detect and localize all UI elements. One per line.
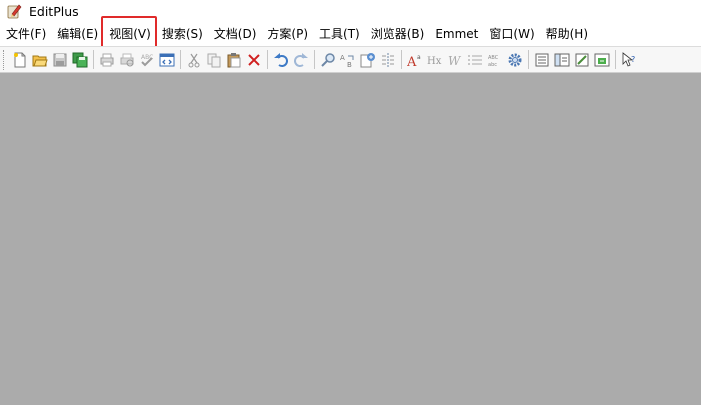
- goto-icon[interactable]: [358, 50, 377, 70]
- undo-icon[interactable]: [271, 50, 290, 70]
- svg-text:W: W: [448, 54, 462, 68]
- heading-icon[interactable]: Hx: [425, 50, 444, 70]
- doc-list-icon[interactable]: [532, 50, 551, 70]
- print-icon[interactable]: [97, 50, 116, 70]
- cliptext-icon[interactable]: [572, 50, 591, 70]
- toolbar-separator: [528, 50, 529, 69]
- menu-emmet[interactable]: Emmet: [431, 23, 482, 45]
- editplus-logo-icon: [6, 3, 22, 19]
- menu-tools[interactable]: 工具(T): [315, 23, 364, 45]
- menu-window[interactable]: 窗口(W): [485, 23, 538, 45]
- spellcheck-icon[interactable]: ABC: [137, 50, 156, 70]
- toolbar-separator: [615, 50, 616, 69]
- settings-icon[interactable]: [505, 50, 524, 70]
- svg-text:ABC: ABC: [488, 55, 499, 61]
- svg-text:a: a: [417, 54, 421, 61]
- svg-text:Hx: Hx: [427, 56, 442, 67]
- toolbar-separator: [401, 50, 402, 69]
- ruler-icon[interactable]: ABC abc: [485, 50, 504, 70]
- menu-edit[interactable]: 编辑(E): [53, 23, 102, 45]
- menu-project[interactable]: 方案(P): [263, 23, 312, 45]
- help-cursor-icon[interactable]: ?: [619, 50, 638, 70]
- save-icon[interactable]: [50, 50, 69, 70]
- main-toolbar: ABC AB Aa Hx W ABC abc ?: [0, 46, 701, 73]
- line-number-icon[interactable]: [465, 50, 484, 70]
- menu-view[interactable]: 视图(V): [105, 23, 155, 45]
- menu-file[interactable]: 文件(F): [2, 23, 50, 45]
- save-all-icon[interactable]: [70, 50, 89, 70]
- menu-help[interactable]: 帮助(H): [542, 23, 592, 45]
- column-marker-icon[interactable]: [378, 50, 397, 70]
- copy-icon[interactable]: [204, 50, 223, 70]
- open-folder-icon[interactable]: [30, 50, 49, 70]
- menu-search[interactable]: 搜索(S): [158, 23, 207, 45]
- title-bar: EditPlus: [0, 0, 701, 22]
- browser-preview-icon[interactable]: [157, 50, 176, 70]
- redo-icon[interactable]: [291, 50, 310, 70]
- cut-icon[interactable]: [184, 50, 203, 70]
- svg-text:B: B: [347, 61, 352, 68]
- menu-document[interactable]: 文档(D): [210, 23, 261, 45]
- paste-icon[interactable]: [224, 50, 243, 70]
- output-window-icon[interactable]: [552, 50, 571, 70]
- svg-text:abc: abc: [488, 62, 497, 68]
- svg-text:?: ?: [631, 55, 635, 64]
- window-title: EditPlus: [29, 3, 79, 19]
- toolbar-separator: [314, 50, 315, 69]
- toolbar-grip[interactable]: [3, 49, 6, 70]
- svg-text:A: A: [340, 54, 345, 62]
- menu-bar: 文件(F) 编辑(E) 视图(V) 搜索(S) 文档(D) 方案(P) 工具(T…: [0, 22, 701, 46]
- print-preview-icon[interactable]: [117, 50, 136, 70]
- mdi-workspace[interactable]: [0, 73, 701, 405]
- find-icon[interactable]: [318, 50, 337, 70]
- toolbar-separator: [180, 50, 181, 69]
- font-icon[interactable]: Aa: [405, 50, 424, 70]
- new-file-icon[interactable]: [10, 50, 29, 70]
- word-wrap-icon[interactable]: W: [445, 50, 464, 70]
- toolbar-separator: [267, 50, 268, 69]
- replace-icon[interactable]: AB: [338, 50, 357, 70]
- menu-browser[interactable]: 浏览器(B): [367, 23, 429, 45]
- svg-text:A: A: [407, 55, 417, 68]
- directory-icon[interactable]: [592, 50, 611, 70]
- toolbar-separator: [93, 50, 94, 69]
- delete-icon[interactable]: [244, 50, 263, 70]
